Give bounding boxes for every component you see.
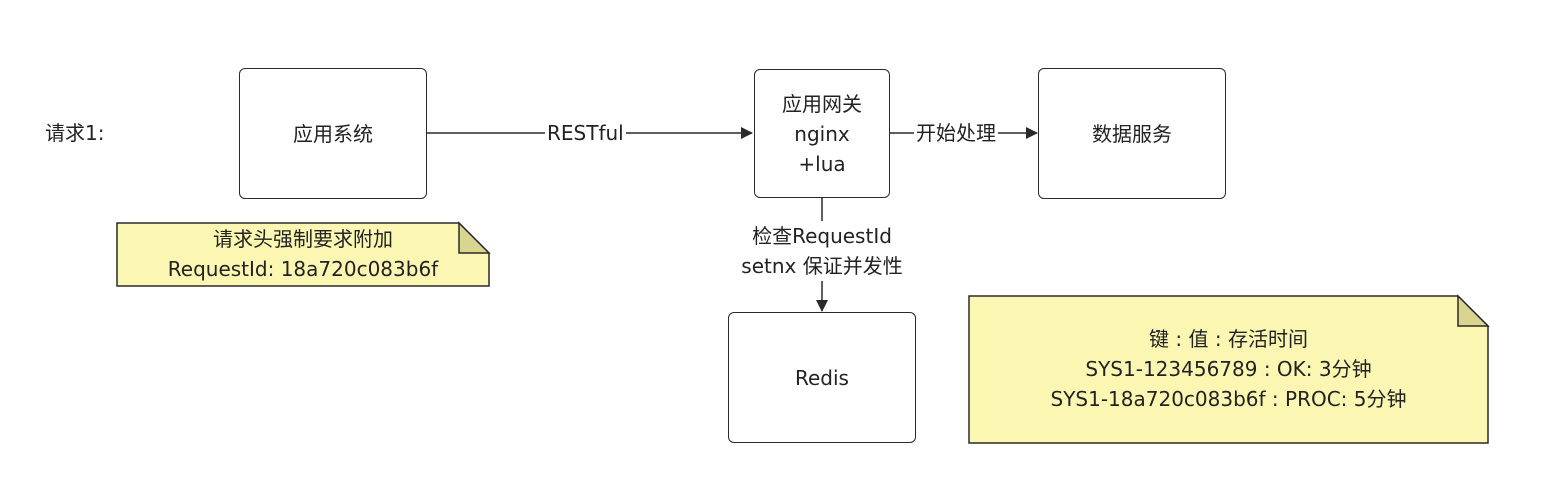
edge-label-restful: RESTful xyxy=(545,118,626,148)
edge-label-start-processing: 开始处理 xyxy=(914,118,998,148)
note-redis-keys-line-1: 键 : 值 : 存活时间 xyxy=(1149,327,1308,351)
node-app-system[interactable]: 应用系统 xyxy=(239,68,427,199)
note-request-header-line-1: 请求头强制要求附加 xyxy=(213,227,393,251)
edge-label-check: 检查RequestId setnx 保证并发性 xyxy=(722,221,922,281)
node-data-service[interactable]: 数据服务 xyxy=(1038,68,1226,199)
edge-label-check-line-2: setnx 保证并发性 xyxy=(741,254,903,278)
node-redis[interactable]: Redis xyxy=(728,312,916,443)
request-label: 请求1: xyxy=(45,121,105,145)
node-gateway[interactable]: 应用网关 nginx +lua xyxy=(754,69,890,198)
node-gateway-line-3: +lua xyxy=(798,151,846,176)
diagram-canvas: 请求1: 应用系统 应用网关 nginx +lua 数据服务 Redis RES… xyxy=(0,0,1548,494)
node-redis-label: Redis xyxy=(795,365,849,390)
node-app-system-label: 应用系统 xyxy=(293,121,373,146)
note-request-header-line-2: RequestId: 18a720c083b6f xyxy=(167,257,439,281)
note-redis-keys-line-3: SYS1-18a720c083b6f : PROC: 5分钟 xyxy=(1050,387,1407,411)
node-gateway-line-1: 应用网关 xyxy=(782,91,862,116)
edge-label-check-line-1: 检查RequestId xyxy=(752,224,892,248)
node-gateway-line-2: nginx xyxy=(794,121,850,146)
note-redis-keys-line-2: SYS1-123456789 : OK: 3分钟 xyxy=(1085,357,1372,381)
node-data-service-label: 数据服务 xyxy=(1092,121,1172,146)
note-request-header-text: 请求头强制要求附加 RequestId: 18a720c083b6f xyxy=(117,224,489,284)
note-redis-keys-text: 键 : 值 : 存活时间 SYS1-123456789 : OK: 3分钟 SY… xyxy=(969,324,1488,414)
note-redis-keys-fold xyxy=(1457,294,1490,327)
